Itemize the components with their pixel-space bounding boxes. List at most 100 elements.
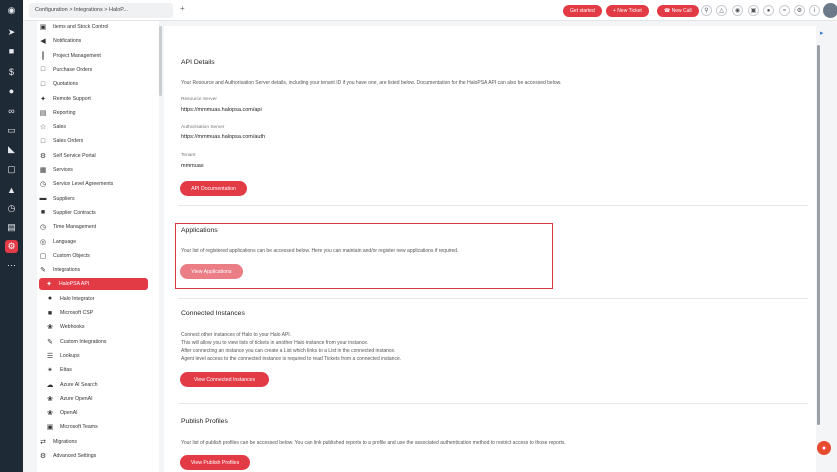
api-documentation-button[interactable]: API Documentation	[180, 181, 247, 196]
chat-icon[interactable]: ●	[817, 441, 831, 455]
person-icon[interactable]: ●	[5, 84, 18, 97]
view-connected-instances-button[interactable]: View Connected Instances	[180, 372, 269, 387]
truck-icon: ▬	[39, 195, 47, 203]
settings-nav: ▣ Items and Stock Control ◀ Notifications ┃ P…	[37, 21, 159, 472]
gear-icon[interactable]: ⚙	[794, 5, 805, 16]
logo-icon[interactable]: ◉	[5, 4, 18, 17]
auth-server-label: Authorisation Server	[181, 125, 225, 130]
applications-description: Your list of registered applications can…	[181, 248, 459, 254]
nav-item-label: Integrations	[53, 267, 81, 274]
shield-icon[interactable]: ●	[763, 5, 774, 16]
new-call-button[interactable]: ☎ New Call	[657, 5, 699, 17]
collapse-panel-icon[interactable]: ▸	[820, 29, 824, 37]
clock-icon: ◷	[39, 224, 47, 232]
remote-icon: ✦	[40, 95, 46, 103]
dollar-icon[interactable]: $	[5, 65, 18, 78]
nav-item-label: OpenAI	[60, 410, 78, 417]
link-icon[interactable]: ∞	[5, 104, 18, 117]
rocket-icon[interactable]: ➤	[5, 26, 18, 39]
nav-item-language[interactable]: ◎ Language	[39, 236, 154, 248]
nav-subitem-halo-integrator[interactable]: ● Halo Integrator	[46, 293, 154, 305]
nav-subitem-azure-openai[interactable]: ❀ Azure OpenAI	[46, 393, 154, 405]
tenant-label: Tenant	[181, 153, 196, 158]
nav-item-custom-objects[interactable]: ▢ Custom Objects	[39, 250, 154, 262]
more-icon[interactable]: ⋯	[5, 259, 18, 272]
view-publish-profiles-button[interactable]: View Publish Profiles	[180, 455, 250, 470]
get-started-button[interactable]: Get started	[563, 5, 602, 17]
nav-item-project-management[interactable]: ┃ Project Management	[39, 50, 154, 62]
notifications-icon[interactable]: ◉	[732, 5, 743, 16]
nav-item-label: Project Management	[53, 52, 101, 59]
nav-item-self-service-portal[interactable]: ⚙ Self Service Portal	[39, 150, 154, 162]
api-icon: ✦	[46, 281, 52, 289]
search-icon[interactable]: ⚲	[701, 5, 712, 16]
add-tab-button[interactable]: +	[180, 4, 185, 13]
nav-item-sales[interactable]: ☆ Sales	[39, 121, 154, 133]
nav-subitem-openai[interactable]: ❀ OpenAI	[46, 407, 154, 419]
microsoft-icon: ■	[47, 309, 53, 317]
nav-item-label: Self Service Portal	[53, 152, 96, 159]
nav-item-label: Services	[53, 167, 73, 173]
info-icon[interactable]: i	[809, 5, 820, 16]
bell-icon[interactable]: △	[716, 5, 727, 16]
nav-subitem-custom-integrations[interactable]: ✎ Custom Integrations	[46, 336, 154, 348]
nav-item-label: Supplier Contracts	[53, 209, 96, 216]
nav-item-sales-orders[interactable]: □ Sales Orders	[39, 135, 154, 147]
ettas-icon: ✴	[47, 367, 53, 375]
view-applications-button[interactable]: View Applications	[180, 264, 243, 279]
migrate-icon: ⇄	[40, 438, 46, 446]
nav-item-label: Items and Stock Control	[53, 24, 109, 30]
wifi-icon[interactable]: ≈	[779, 5, 790, 16]
megaphone-icon: ◀	[40, 38, 46, 46]
divider	[178, 403, 808, 404]
nav-subitem-webhooks[interactable]: ❀ Webhooks	[46, 321, 154, 333]
nav-item-service-level-agreements[interactable]: ◷ Service Level Agreements	[39, 178, 154, 190]
new-ticket-button[interactable]: + New Ticket	[606, 5, 649, 17]
nav-item-label: Ettas	[60, 367, 72, 374]
nav-subitem-halopsa-api[interactable]: ✦ HaloPSA API	[39, 278, 148, 291]
nav-item-suppliers[interactable]: ▬ Suppliers	[39, 193, 154, 205]
resource-server-label: Resource Server	[181, 97, 217, 102]
nav-item-items-and-stock-control[interactable]: ▣ Items and Stock Control	[39, 21, 154, 33]
clock-icon[interactable]: ◷	[5, 202, 18, 215]
briefcase-icon[interactable]: ■	[5, 44, 18, 57]
nav-item-time-management[interactable]: ◷ Time Management	[39, 221, 154, 233]
auth-server-value: https://mmmuas.halopsa.com/auth	[181, 134, 266, 140]
nav-item-quotations[interactable]: □ Quotations	[39, 78, 154, 90]
users-icon[interactable]: ▲	[5, 183, 18, 196]
nav-item-notifications[interactable]: ◀ Notifications	[39, 35, 154, 47]
nav-subitem-microsoft-teams[interactable]: ▣ Microsoft Teams	[46, 421, 154, 433]
avatar[interactable]	[823, 3, 837, 18]
nav-subitem-ettas[interactable]: ✴ Ettas	[46, 364, 154, 376]
api-details-title: API Details	[181, 59, 215, 66]
nav-item-label: Azure OpenAI	[60, 395, 93, 402]
nav-item-remote-support[interactable]: ✦ Remote Support	[39, 93, 154, 105]
contract-icon: ■	[40, 209, 46, 217]
nav-subitem-azure-ai-search[interactable]: ☁ Azure AI Search	[46, 379, 154, 391]
monitor-icon[interactable]: ▭	[5, 124, 18, 137]
settings-icon[interactable]: ⚙	[5, 240, 18, 253]
chart-icon[interactable]: ◣	[5, 143, 18, 156]
nav-item-reporting[interactable]: ▤ Reporting	[39, 107, 154, 119]
nav-item-label: Custom Objects	[53, 252, 90, 259]
nav-item-purchase-orders[interactable]: □ Purchase Orders	[39, 64, 154, 76]
nav-item-label: Remote Support	[53, 95, 91, 102]
connected-instances-title: Connected Instances	[181, 310, 245, 317]
nav-item-supplier-contracts[interactable]: ■ Supplier Contracts	[39, 207, 154, 219]
document-icon[interactable]: ▢	[5, 163, 18, 176]
nav-item-migrations[interactable]: ⇄ Migrations	[39, 436, 154, 448]
nav-item-label: Sales	[53, 124, 66, 131]
nav-scrollbar[interactable]	[159, 26, 162, 96]
file-icon[interactable]: ▤	[5, 221, 18, 234]
connected-line: This will allow you to view lists of tic…	[181, 340, 369, 346]
nav-subitem-lookups[interactable]: ☰ Lookups	[46, 350, 154, 362]
nav-item-integrations[interactable]: ✎ Integrations	[39, 264, 154, 276]
main-scrollbar[interactable]	[817, 45, 820, 425]
nav-item-label: Suppliers	[53, 195, 75, 202]
nav-subitem-microsoft-csp[interactable]: ■ Microsoft CSP	[46, 307, 154, 319]
nav-item-advanced-settings[interactable]: ⚙ Advanced Settings	[39, 450, 154, 462]
lock-icon[interactable]: ▣	[748, 5, 759, 16]
tab-configuration[interactable]: Configuration > Integrations > HaloP...	[29, 3, 173, 18]
nav-item-services[interactable]: ▦ Services	[39, 164, 154, 176]
nav-item-label: Sales Orders	[53, 138, 84, 145]
